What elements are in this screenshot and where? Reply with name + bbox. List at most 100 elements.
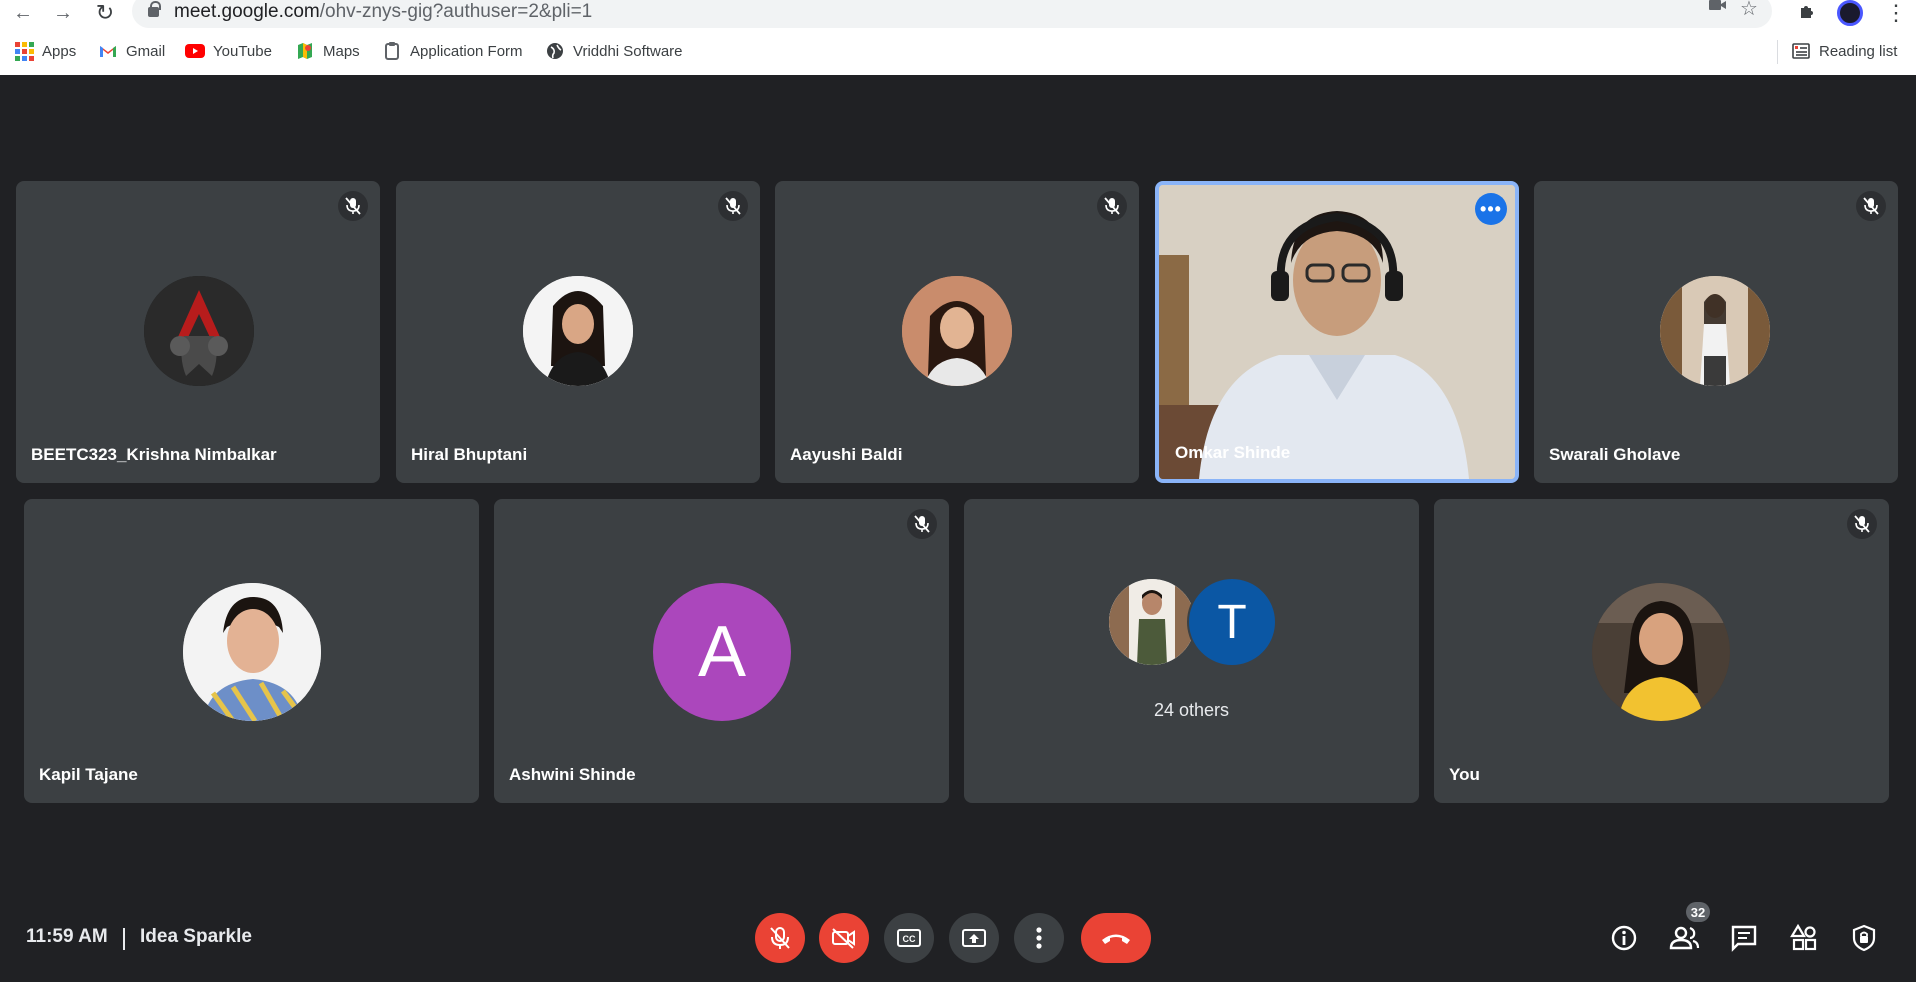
participant-tile[interactable]: A Ashwini Shinde xyxy=(494,499,949,803)
present-screen-icon xyxy=(962,929,986,947)
url-text[interactable]: meet.google.com/ohv-znys-gig?authuser=2&… xyxy=(174,1,592,23)
participant-name: Hiral Bhuptani xyxy=(411,445,528,464)
participant-tile[interactable]: Hiral Bhuptani xyxy=(396,181,760,483)
bookmark-label: Maps xyxy=(323,42,360,60)
browser-chrome: ← → ↻ meet.google.com/ohv-znys-gig?authu… xyxy=(0,0,1916,75)
microphone-off-button[interactable] xyxy=(755,913,805,963)
browser-menu-icon[interactable]: ⋮ xyxy=(1885,0,1907,26)
participant-name: You xyxy=(1449,765,1480,784)
shield-lock-icon xyxy=(1852,924,1876,952)
bookmarks-separator xyxy=(1777,40,1778,64)
participant-avatar xyxy=(902,276,1012,386)
mic-off-icon xyxy=(770,927,790,949)
participant-tile[interactable]: Swarali Gholave xyxy=(1534,181,1898,483)
extensions-icon[interactable] xyxy=(1797,0,1819,28)
camera-icon[interactable] xyxy=(1708,0,1728,19)
profile-avatar[interactable] xyxy=(1837,0,1863,26)
more-vert-icon xyxy=(1036,927,1042,949)
participant-name: Ashwini Shinde xyxy=(509,765,636,784)
bookmark-label: Apps xyxy=(42,42,77,60)
participant-name: Aayushi Baldi xyxy=(790,445,903,464)
url-host: meet.google.com xyxy=(174,1,320,22)
reading-list-label: Reading list xyxy=(1819,42,1898,60)
chat-icon xyxy=(1731,925,1757,952)
apps-grid-icon xyxy=(14,41,34,61)
info-icon xyxy=(1611,925,1637,951)
participant-tile[interactable]: BEETC323_Krishna Nimbalkar xyxy=(16,181,380,483)
captions-button[interactable]: CC xyxy=(884,913,934,963)
bookmark-star-icon[interactable]: ☆ xyxy=(1740,0,1758,21)
other-participant-avatar xyxy=(1107,577,1197,667)
participant-avatar xyxy=(523,276,633,386)
participant-avatar xyxy=(1660,276,1770,386)
participant-avatar xyxy=(144,276,254,386)
self-avatar xyxy=(1592,583,1730,721)
time-separator xyxy=(123,928,125,950)
reading-list[interactable]: Reading list xyxy=(1791,37,1897,65)
participant-avatar xyxy=(183,583,321,721)
svg-text:CC: CC xyxy=(903,934,916,944)
leave-call-button[interactable] xyxy=(1081,913,1151,963)
participant-count-badge: 32 xyxy=(1686,902,1710,922)
video-off-icon xyxy=(832,928,855,949)
mic-off-icon xyxy=(338,191,368,221)
bookmark-label: Application Form xyxy=(410,42,523,60)
camera-off-button[interactable] xyxy=(819,913,869,963)
activities-button[interactable] xyxy=(1786,920,1822,956)
meeting-time: 11:59 AM xyxy=(26,926,108,947)
others-count: 24 others xyxy=(1153,700,1230,720)
bookmark-application-form[interactable]: Application Form xyxy=(382,37,523,65)
url-path: /ohv-znys-gig?authuser=2&pli=1 xyxy=(319,1,593,22)
meeting-details-button[interactable] xyxy=(1606,920,1642,956)
participant-name: Omkar Shinde xyxy=(1175,443,1291,462)
participant-name: Swarali Gholave xyxy=(1549,445,1681,464)
gmail-icon xyxy=(98,41,118,61)
mic-off-icon xyxy=(1847,509,1877,539)
bookmark-gmail[interactable]: Gmail xyxy=(98,37,165,65)
participant-name: Kapil Tajane xyxy=(39,765,138,784)
address-bar[interactable]: meet.google.com/ohv-znys-gig?authuser=2&… xyxy=(132,0,1772,28)
participant-tile[interactable]: Kapil Tajane xyxy=(24,499,479,803)
present-now-button[interactable] xyxy=(949,913,999,963)
bookmark-label: Vriddhi Software xyxy=(573,42,683,60)
host-controls-button[interactable] xyxy=(1846,920,1882,956)
bookmark-youtube[interactable]: YouTube xyxy=(185,37,272,65)
forward-icon[interactable]: → xyxy=(50,0,76,26)
bookmark-maps[interactable]: Maps xyxy=(295,37,360,65)
meet-stage: BEETC323_Krishna Nimbalkar Hiral Bhuptan… xyxy=(0,75,1916,982)
bookmark-vriddhi-software[interactable]: Vriddhi Software xyxy=(545,37,683,65)
more-options-icon[interactable]: ••• xyxy=(1475,193,1507,225)
people-icon xyxy=(1669,926,1700,950)
bookmark-label: Gmail xyxy=(126,42,166,60)
participants-button[interactable] xyxy=(1666,920,1702,956)
chat-button[interactable] xyxy=(1726,920,1762,956)
participant-name: BEETC323_Krishna Nimbalkar xyxy=(31,445,277,464)
meeting-name[interactable]: Idea Sparkle xyxy=(140,926,252,948)
others-tile[interactable]: T 24 others xyxy=(964,499,1419,803)
participant-video xyxy=(1159,185,1515,479)
phone-hangup-icon xyxy=(1102,934,1130,944)
address-row: ← → ↻ meet.google.com/ohv-znys-gig?authu… xyxy=(0,0,1916,29)
back-icon[interactable]: ← xyxy=(10,0,36,26)
participant-tile[interactable]: Aayushi Baldi xyxy=(775,181,1139,483)
other-participant-avatar-letter: T xyxy=(1187,577,1277,667)
mic-off-icon xyxy=(718,191,748,221)
mic-off-icon xyxy=(907,509,937,539)
lock-icon xyxy=(148,1,161,17)
maps-icon xyxy=(295,41,315,61)
reload-icon[interactable]: ↻ xyxy=(92,0,118,26)
bookmark-label: YouTube xyxy=(213,42,272,60)
closed-captions-icon: CC xyxy=(897,929,921,947)
bookmark-apps[interactable]: Apps xyxy=(14,37,76,65)
mic-off-icon xyxy=(1856,191,1886,221)
globe-icon xyxy=(545,41,565,61)
youtube-icon xyxy=(185,41,205,61)
participant-avatar-letter: A xyxy=(653,583,791,721)
mic-off-icon xyxy=(1097,191,1127,221)
activities-shapes-icon xyxy=(1790,924,1817,951)
self-tile[interactable]: You xyxy=(1434,499,1889,803)
more-options-button[interactable] xyxy=(1014,913,1064,963)
bookmarks-bar: Apps Gmail YouTube Maps Application Form xyxy=(0,37,1916,67)
participant-tile-active-speaker[interactable]: ••• Omkar Shinde xyxy=(1155,181,1519,483)
reading-list-icon xyxy=(1791,41,1811,61)
